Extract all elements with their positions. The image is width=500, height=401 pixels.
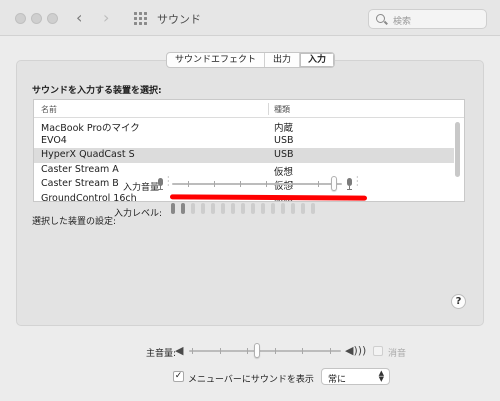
- main-volume-label: 主音量:: [145, 349, 176, 359]
- slider-tick: [330, 348, 331, 354]
- level-segment: [271, 203, 275, 214]
- help-button[interactable]: ?: [451, 294, 466, 309]
- device-name: HyperX QuadCast S: [41, 149, 135, 160]
- slider-tick: [247, 348, 249, 354]
- level-segment: [311, 203, 315, 214]
- device-type: 内蔵: [274, 123, 294, 134]
- device-type: 仮想: [274, 166, 294, 178]
- forward-arrow-icon[interactable]: ›: [103, 8, 109, 27]
- input-volume-label: 入力音量:: [122, 183, 162, 193]
- slider-tick: [266, 181, 267, 187]
- minimize-button[interactable]: [31, 13, 42, 24]
- device-type: 仮想: [274, 181, 294, 192]
- main-volume-slider-thumb[interactable]: [254, 343, 261, 358]
- table-row[interactable]: EVO4 USB: [34, 134, 454, 149]
- mic-high-dots-icon: · · ·: [356, 173, 359, 190]
- back-arrow-icon[interactable]: ‹: [76, 8, 82, 27]
- input-volume-slider-thumb[interactable]: [330, 176, 337, 191]
- device-name: Caster Stream A: [41, 163, 119, 175]
- level-segment: [191, 203, 195, 214]
- show-all-grid-icon[interactable]: [134, 12, 147, 25]
- main-volume-track[interactable]: [189, 350, 341, 352]
- slider-tick: [302, 348, 304, 354]
- mic-low-dots-icon: · · ·: [167, 173, 170, 190]
- tab-bar: サウンドエフェクト 出力 入力: [166, 52, 336, 68]
- show-in-menubar-label: メニューバーにサウンドを表示: [188, 375, 314, 385]
- slider-tick: [318, 181, 319, 187]
- input-volume-track[interactable]: [172, 183, 342, 185]
- table-row[interactable]: MacBook Proのマイク 内蔵: [34, 119, 454, 134]
- mute-label: 消音: [388, 349, 407, 359]
- search-icon: [376, 14, 385, 23]
- device-type: USB: [274, 134, 294, 146]
- column-divider: [268, 103, 269, 115]
- slider-tick: [274, 348, 276, 354]
- column-header-type[interactable]: 種類: [274, 104, 290, 115]
- table-scrollbar[interactable]: [455, 122, 460, 177]
- mute-checkbox[interactable]: [373, 346, 383, 356]
- mic-low-icon: [157, 178, 164, 190]
- input-level-meter: [171, 203, 315, 214]
- slider-tick: [240, 181, 241, 187]
- speaker-high-icon: ◀))): [345, 344, 367, 357]
- level-segment: [281, 203, 285, 214]
- level-segment: [171, 203, 175, 214]
- level-segment: [231, 203, 235, 214]
- slider-tick: [292, 181, 293, 187]
- tab-input[interactable]: 入力: [300, 53, 335, 67]
- slider-tick: [214, 181, 215, 187]
- input-panel: サウンドを入力する装置を選択: 名前 種類 MacBook Proのマイク 内蔵…: [16, 60, 484, 326]
- device-name: EVO4: [41, 134, 67, 146]
- slider-tick: [219, 348, 221, 354]
- level-segment: [211, 203, 215, 214]
- tab-output[interactable]: 出力: [265, 53, 301, 67]
- table-header: 名前 種類: [34, 100, 464, 118]
- chevron-up-down-icon: ▲ ▼: [378, 369, 384, 383]
- table-row-selected[interactable]: HyperX QuadCast S USB: [34, 148, 454, 163]
- tab-sound-effects[interactable]: サウンドエフェクト: [167, 53, 266, 67]
- search-input[interactable]: 検索: [368, 9, 487, 29]
- show-in-menubar-checkbox[interactable]: ✓: [173, 371, 184, 382]
- close-button[interactable]: [15, 13, 26, 24]
- mic-high-icon: [346, 178, 353, 190]
- zoom-button[interactable]: [47, 13, 58, 24]
- search-placeholder: 検索: [393, 17, 412, 27]
- column-header-name[interactable]: 名前: [41, 104, 57, 115]
- menubar-visibility-value: 常に: [328, 375, 347, 385]
- table-row[interactable]: Caster Stream A 仮想: [34, 163, 454, 178]
- slider-tick: [188, 181, 189, 187]
- title-bar: ‹ › サウンド 検索: [0, 0, 500, 36]
- device-name: MacBook Proのマイク: [41, 123, 140, 134]
- level-segment: [251, 203, 255, 214]
- sound-preferences-window: ‹ › サウンド 検索 サウンドエフェクト 出力 入力 サウンドを入力する装置を…: [0, 0, 500, 401]
- level-segment: [221, 203, 225, 214]
- menubar-visibility-select[interactable]: 常に ▲ ▼: [321, 368, 390, 385]
- speaker-low-icon: ◀: [175, 344, 184, 357]
- level-segment: [261, 203, 265, 214]
- level-segment: [301, 203, 305, 214]
- level-segment: [201, 203, 205, 214]
- slider-tick: [192, 348, 193, 354]
- device-name: GroundControl 16ch: [41, 192, 137, 202]
- device-type: USB: [274, 149, 294, 160]
- window-title: サウンド: [157, 13, 201, 26]
- input-level-label: 入力レベル:: [113, 209, 162, 219]
- level-segment: [241, 203, 245, 214]
- level-segment: [181, 203, 185, 214]
- level-segment: [291, 203, 295, 214]
- device-select-heading: サウンドを入力する装置を選択:: [32, 86, 162, 96]
